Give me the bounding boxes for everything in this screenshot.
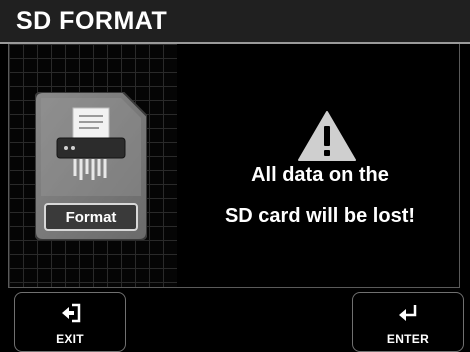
exit-arrow-icon — [62, 303, 81, 323]
format-label: Format — [65, 209, 117, 226]
enter-label: ENTER — [386, 332, 430, 346]
enter-return-icon — [399, 305, 417, 321]
warning-triangle-icon — [298, 111, 356, 161]
softkey-bar: EXIT ENTER — [0, 288, 470, 352]
warning-message-line-1: All data on the — [251, 164, 389, 186]
enter-button[interactable]: ENTER — [352, 292, 464, 352]
title-bar: SD FORMAT — [0, 0, 470, 44]
exit-label: EXIT — [56, 332, 84, 346]
format-screen: SD FORMAT Format All data on the SD card… — [0, 0, 470, 352]
content-area: Format All data on the SD card will be l… — [8, 44, 460, 288]
warning-message-line-2: SD card will be lost! — [224, 205, 416, 227]
exit-button[interactable]: EXIT — [14, 292, 126, 352]
page-title: SD FORMAT — [16, 7, 168, 35]
